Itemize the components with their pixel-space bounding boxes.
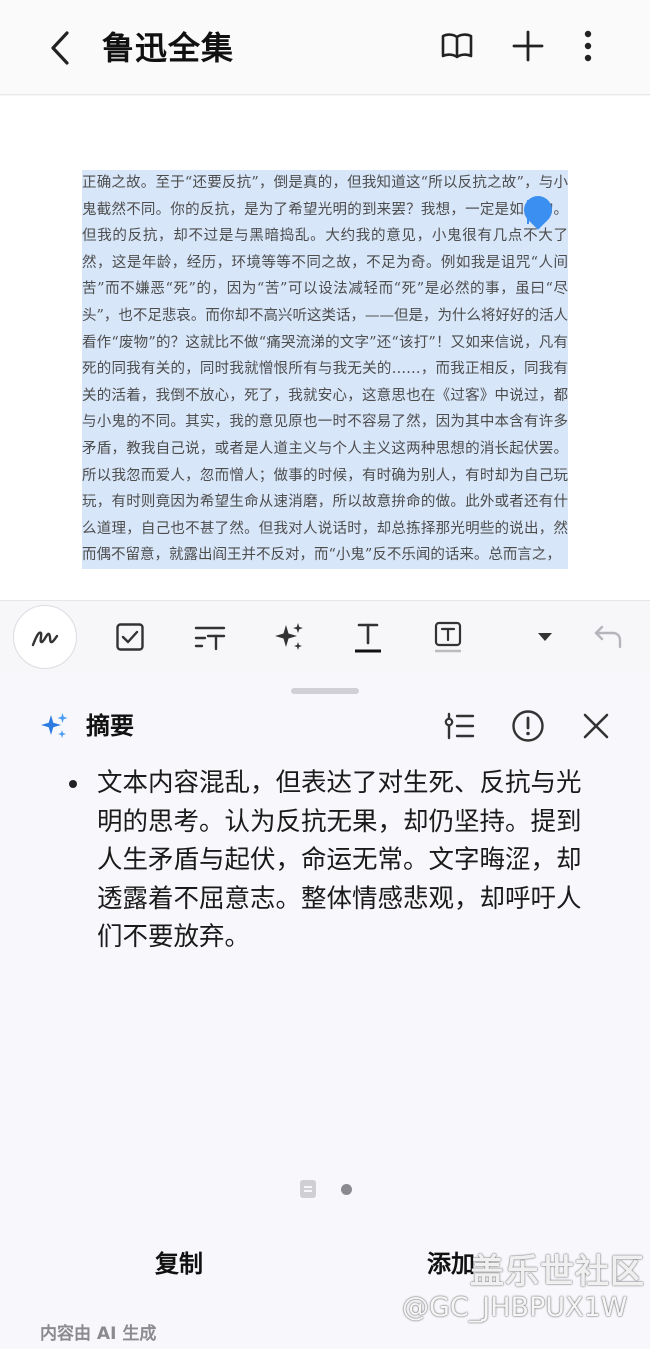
copy-button[interactable]: 复制 xyxy=(155,1242,203,1286)
summary-format-button[interactable] xyxy=(440,706,480,746)
edit-toolbar xyxy=(0,600,650,672)
text-format-button[interactable] xyxy=(338,607,398,667)
chevron-left-icon xyxy=(51,31,69,65)
page-indicator xyxy=(0,1180,650,1200)
app-header: 鲁迅全集 xyxy=(0,0,650,95)
add-button[interactable] xyxy=(506,24,550,68)
summary-bullet: 文本内容混乱，但表达了对生死、反抗与光明的思考。认为反抗无果，却仍坚持。提到人生… xyxy=(64,764,604,957)
watermark-community: 盖乐世社区 xyxy=(470,1252,645,1292)
dropdown-arrow-icon xyxy=(538,633,552,641)
ai-generated-note: 内容由 AI 生成 xyxy=(40,1324,157,1344)
selected-document-text[interactable]: 正确之故。至于“还要反抗”，倒是真的，但我知道这“所以反抗之故”，与小鬼截然不同… xyxy=(82,170,568,569)
more-options-button[interactable] xyxy=(566,24,610,68)
text-format-icon xyxy=(444,712,475,740)
note-document[interactable]: 正确之故。至于“还要反抗”，倒是真的，但我知道这“所以反抗之故”，与小鬼截然不同… xyxy=(0,96,650,600)
ai-sparkle-icon xyxy=(41,713,68,738)
pen-tool-button[interactable] xyxy=(13,605,77,669)
close-icon xyxy=(583,713,609,739)
text-style-button[interactable] xyxy=(180,607,240,667)
add-to-note-button[interactable]: 添加 xyxy=(427,1242,475,1286)
watermark-user-id: @GC_JHBPUX1W xyxy=(402,1292,628,1323)
ai-assist-button[interactable] xyxy=(259,607,319,667)
summary-title: 摘要 xyxy=(86,712,134,740)
pen-icon xyxy=(31,631,59,647)
more-tools-dropdown[interactable] xyxy=(515,607,575,667)
book-open-icon xyxy=(441,33,473,59)
back-button[interactable] xyxy=(40,26,80,70)
page-title: 鲁迅全集 xyxy=(102,29,235,67)
close-summary-button[interactable] xyxy=(576,706,616,746)
summary-bullets: 文本内容混乱，但表达了对生死、反抗与光明的思考。认为反抗无果，却仍坚持。提到人生… xyxy=(64,764,604,957)
text-size-icon xyxy=(194,626,226,651)
text-box-button[interactable] xyxy=(418,607,478,667)
text-box-icon xyxy=(434,621,462,653)
summary-info-button[interactable] xyxy=(508,706,548,746)
undo-button[interactable] xyxy=(578,607,638,667)
info-icon xyxy=(512,710,544,742)
page-indicator-doc-icon[interactable] xyxy=(300,1180,316,1198)
page-indicator-dot-active[interactable] xyxy=(341,1184,352,1195)
reading-mode-button[interactable] xyxy=(435,24,479,68)
drag-handle[interactable] xyxy=(291,688,359,694)
text-underline-icon xyxy=(355,623,381,653)
more-vertical-icon xyxy=(584,30,592,62)
checkbox-tool-button[interactable] xyxy=(100,607,160,667)
ai-sparkle-icon xyxy=(275,623,303,650)
undo-icon xyxy=(594,625,622,649)
checkbox-icon xyxy=(116,623,144,651)
plus-icon xyxy=(512,30,544,62)
